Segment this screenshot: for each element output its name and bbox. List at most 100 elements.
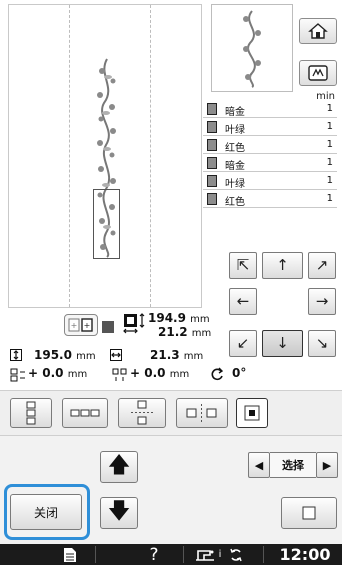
move-up-button[interactable]: ↑ (262, 252, 303, 279)
horizontal-repeat-icon (70, 409, 100, 417)
unit-label: mm (183, 351, 204, 362)
arrow-up-icon: ↑ (276, 256, 289, 274)
offset-y-prefix: + (130, 366, 141, 380)
embroidery-frame-button[interactable] (299, 60, 337, 86)
thread-color-name: 暗金 (225, 161, 245, 172)
arrow-down-right-icon: ↘ (315, 334, 329, 352)
offset-x-readout: + 0.0 mm (28, 366, 87, 380)
arrow-down-left-icon: ↙ (236, 334, 250, 352)
thread-color-name: 叶绿 (225, 125, 245, 136)
info-icon: i (218, 549, 222, 560)
unit-label: mm (190, 314, 210, 325)
thread-color-swatch (207, 103, 217, 115)
unit-label: mm (76, 351, 96, 362)
total-height-readout: 195.0 mm (34, 348, 96, 362)
horizontal-spacing-icon (186, 404, 217, 422)
thread-color-name: 暗金 (225, 107, 245, 118)
close-button[interactable]: 关闭 (10, 494, 82, 530)
move-down-button[interactable]: ↓ (262, 330, 303, 357)
help-icon: ? (149, 544, 159, 565)
status-divider (183, 546, 184, 563)
thread-row: 叶绿 1 (203, 172, 337, 190)
pattern-repeat-icon: + + (68, 318, 93, 332)
vertical-repeat-button[interactable] (10, 398, 52, 428)
total-height-value: 195.0 (34, 348, 72, 362)
arrow-down-icon: ↓ (276, 334, 289, 352)
pattern-thumbnail-image (243, 10, 261, 88)
thread-stitch-time: 1 (326, 193, 333, 204)
document-icon (64, 547, 76, 562)
pattern-select-button[interactable] (236, 398, 268, 428)
vertical-spacing-button[interactable] (118, 398, 166, 428)
move-pattern-up-button[interactable]: 🡅 (100, 451, 138, 483)
document-button[interactable] (52, 544, 88, 565)
move-left-button[interactable]: ← (229, 288, 257, 315)
selected-pattern-frame (93, 189, 120, 259)
thread-row: 叶绿 1 (203, 118, 337, 136)
home-button[interactable] (299, 18, 337, 44)
sync-button[interactable] (226, 544, 246, 565)
thread-stitch-time: 1 (326, 139, 333, 150)
status-divider (95, 546, 96, 563)
embroidery-preview-area[interactable] (8, 4, 202, 308)
thread-color-name: 红色 (225, 197, 245, 208)
square-icon (302, 506, 316, 520)
home-icon (308, 23, 328, 39)
selected-pattern-icon (244, 405, 260, 421)
pattern-thumbnail (211, 4, 293, 92)
unit-label: mm (67, 369, 88, 380)
move-pattern-down-button[interactable]: 🡇 (100, 497, 138, 529)
selector-label: 选择 (270, 452, 316, 478)
thread-color-name: 叶绿 (225, 179, 245, 190)
move-right-button[interactable]: → (308, 288, 336, 315)
horizontal-repeat-button[interactable] (62, 398, 108, 428)
thread-color-swatch (207, 193, 217, 205)
arrow-left-icon: ← (236, 292, 250, 310)
thread-row: 暗金 1 (203, 100, 337, 118)
total-height-icon (10, 349, 22, 361)
hoop-icon (308, 65, 328, 81)
select-previous-button[interactable]: ◀ (248, 452, 270, 478)
move-down-right-button[interactable]: ↘ (308, 330, 336, 357)
help-button[interactable]: ? (140, 544, 168, 565)
arrow-up-right-icon: ↗ (315, 256, 329, 274)
thread-row: 暗金 1 (203, 154, 337, 172)
embroidery-edit-screen: min 暗金 1 叶绿 1 红色 1 暗金 1 叶绿 1 红色 1 ⇱ ↑ ↗ … (0, 0, 342, 565)
layout-toolbar (0, 390, 342, 436)
thread-stitch-time: 1 (326, 121, 333, 132)
bold-arrow-down-icon: 🡇 (107, 499, 131, 524)
total-width-value: 21.3 (150, 348, 180, 362)
vertical-offset-icon (112, 368, 128, 382)
move-up-left-button[interactable]: ⇱ (229, 252, 257, 279)
total-width-readout: 21.3 mm (150, 348, 203, 362)
offset-x-value: 0.0 (42, 366, 64, 380)
preview-guide-line (69, 5, 70, 307)
triangle-right-icon: ▶ (322, 458, 332, 472)
select-next-button[interactable]: ▶ (316, 452, 338, 478)
total-width-icon (110, 349, 122, 361)
sewing-machine-icon (196, 549, 214, 561)
arrow-up-left-icon: ⇱ (236, 256, 250, 274)
unit-label: mm (191, 328, 212, 339)
horizontal-spacing-button[interactable] (176, 398, 228, 428)
thread-row: 红色 1 (203, 136, 337, 154)
thread-color-swatch (207, 121, 217, 133)
layout-toggle-button[interactable]: + + (64, 314, 98, 336)
pattern-selector: ◀ 选择 ▶ (248, 452, 338, 478)
thread-color-swatch (207, 157, 217, 169)
offset-y-readout: + 0.0 mm (130, 366, 189, 380)
unit-label: mm (169, 369, 190, 380)
clock: 12:00 (272, 544, 338, 565)
status-bar: ? i 12:00 (0, 544, 342, 565)
move-down-left-button[interactable]: ↙ (229, 330, 257, 357)
pattern-width-value: 21.2 (158, 325, 188, 339)
move-up-right-button[interactable]: ↗ (308, 252, 336, 279)
status-divider (263, 546, 264, 563)
height-width-icon (122, 312, 146, 334)
thread-color-swatch (207, 139, 217, 151)
deselect-square-button[interactable] (281, 497, 337, 529)
thread-stitch-time: 1 (326, 175, 333, 186)
offset-x-prefix: + (28, 366, 39, 380)
sync-icon (230, 548, 242, 561)
pattern-height-readout: 194.9 mm (148, 311, 210, 325)
